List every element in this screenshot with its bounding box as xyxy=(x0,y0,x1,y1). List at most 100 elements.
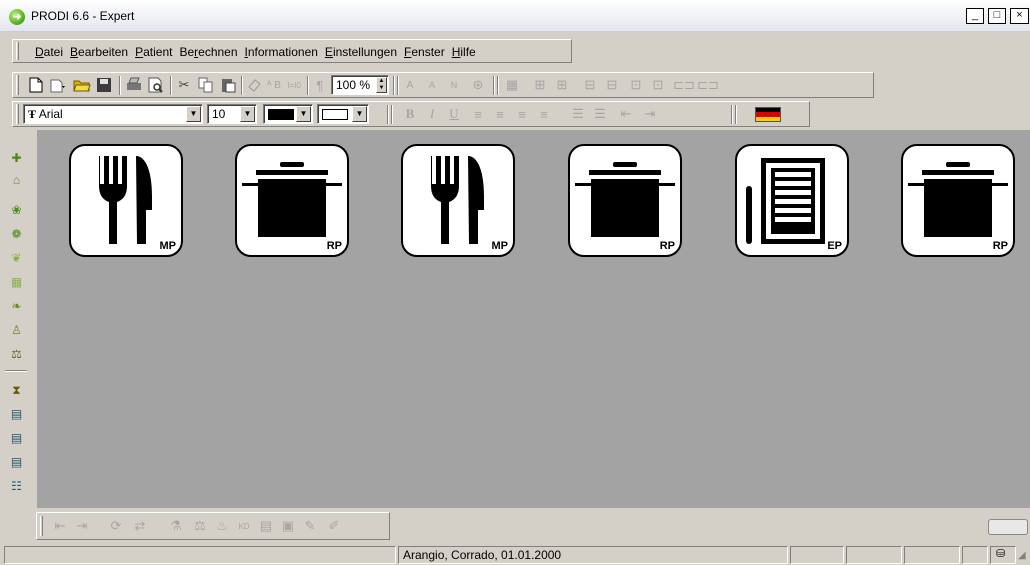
pencil-icon[interactable]: ✐ xyxy=(325,517,343,535)
add-meal-icon[interactable]: ✚ xyxy=(8,150,25,167)
menu-item[interactable]: Informationen xyxy=(245,44,318,60)
indent-decrease-icon[interactable]: ⇤ xyxy=(617,105,635,123)
field-icon[interactable]: I=I0 xyxy=(285,76,303,94)
status-panel xyxy=(846,546,902,564)
paste-icon[interactable] xyxy=(219,76,237,94)
meal-tile-rp[interactable]: RP xyxy=(235,144,349,257)
delete-column-icon[interactable]: ⊡ xyxy=(649,76,667,94)
menu-item[interactable]: Hilfe xyxy=(452,44,476,60)
ingredient-icon[interactable]: ❀ xyxy=(8,202,25,219)
chevron-down-icon[interactable]: ▼ xyxy=(352,106,367,122)
align-center-icon[interactable]: ≡ xyxy=(491,105,509,123)
indent-increase-icon[interactable]: ⇥ xyxy=(641,105,659,123)
recipe-icon[interactable]: ⌂ xyxy=(8,172,25,189)
font-size-select[interactable]: 10 ▼ xyxy=(207,104,257,124)
filter-icon[interactable]: ⧗ xyxy=(8,382,25,399)
new-from-template-icon[interactable] xyxy=(49,76,67,94)
resize-grip-icon[interactable]: ◢ xyxy=(1018,550,1026,561)
zoom-field[interactable]: 100 % ▲ ▼ xyxy=(331,75,389,95)
bulleted-list-icon[interactable]: ☰ xyxy=(569,105,587,123)
chevron-down-icon[interactable]: ▼ xyxy=(186,106,201,122)
insert-column-icon[interactable]: ⊡ xyxy=(627,76,645,94)
bold-icon[interactable]: B xyxy=(401,105,419,123)
meal-tile-mp[interactable]: MP xyxy=(69,144,183,257)
table-icon[interactable]: ▦ xyxy=(503,76,521,94)
refresh-icon[interactable]: ⟳ xyxy=(107,517,125,535)
grid-icon[interactable]: ⊞ xyxy=(553,76,571,94)
meal-tile-ep[interactable]: EP xyxy=(735,144,849,257)
report-mp-icon[interactable]: ▤ xyxy=(8,430,25,447)
report-ep-icon[interactable]: ▤ xyxy=(8,454,25,471)
text-color-select[interactable]: ▼ xyxy=(263,104,313,124)
align-left-icon[interactable]: ≡ xyxy=(469,105,487,123)
merge-cells-icon[interactable]: ⊏⊐ xyxy=(673,76,695,94)
menu-item[interactable]: Datei xyxy=(35,44,63,60)
print-preview-icon[interactable] xyxy=(147,76,165,94)
chevron-down-icon[interactable]: ▼ xyxy=(296,106,311,122)
move-left-icon[interactable]: ⇤ xyxy=(51,517,69,535)
person-icon[interactable]: ♙ xyxy=(8,322,25,339)
pilcrow-icon[interactable]: ¶ xyxy=(311,76,329,94)
pointer-icon[interactable]: ⊛ xyxy=(469,76,487,94)
toolbar-grip[interactable] xyxy=(40,516,43,536)
toolbar-grip[interactable] xyxy=(16,75,19,95)
insert-row-icon[interactable]: ⊟ xyxy=(581,76,599,94)
vegetable-icon[interactable]: ❦ xyxy=(8,250,25,267)
drop-icon[interactable]: ♨ xyxy=(213,517,231,535)
zoom-spinner[interactable]: ▲ ▼ xyxy=(376,77,387,93)
horizontal-scrollbar[interactable] xyxy=(988,519,1028,535)
move-right-icon[interactable]: ⇥ xyxy=(73,517,91,535)
menu-item[interactable]: Patient xyxy=(135,44,172,60)
table-icon[interactable]: ▦ xyxy=(8,274,25,291)
cut-icon[interactable]: ✂ xyxy=(175,76,193,94)
menu-item[interactable]: Bearbeiten xyxy=(70,44,128,60)
document-icon[interactable]: ▤ xyxy=(257,517,275,535)
chevron-down-icon[interactable]: ▼ xyxy=(240,106,255,122)
minimize-button[interactable]: _ xyxy=(966,8,984,24)
split-cells-icon[interactable]: ⊏⊐ xyxy=(697,76,719,94)
portion-icon[interactable]: ⚖ xyxy=(191,517,209,535)
kd-icon[interactable]: KD xyxy=(235,517,253,535)
meal-tile-mp[interactable]: MP xyxy=(401,144,515,257)
app-icon[interactable]: ➜ xyxy=(9,9,25,25)
font-name-select[interactable]: Ŧ Arial ▼ xyxy=(23,104,203,124)
close-button[interactable]: × xyxy=(1010,8,1029,24)
maximize-button[interactable]: □ xyxy=(988,8,1006,24)
meal-tile-rp[interactable]: RP xyxy=(901,144,1015,257)
toolbar-grip[interactable] xyxy=(16,104,19,124)
report-rp-icon[interactable]: ▤ xyxy=(8,406,25,423)
list-view-icon[interactable]: ☷ xyxy=(8,478,25,495)
case-icon[interactable]: N xyxy=(445,76,463,94)
flask-icon[interactable]: ⚗ xyxy=(167,517,185,535)
font-grow-icon[interactable]: A xyxy=(401,76,419,94)
copy-icon[interactable] xyxy=(197,76,215,94)
font-shrink-icon[interactable]: A xyxy=(423,76,441,94)
edit-icon[interactable]: ✎ xyxy=(301,517,319,535)
food-icon[interactable]: ❁ xyxy=(8,226,25,243)
eraser-icon[interactable] xyxy=(245,76,263,94)
menu-item[interactable]: Einstellungen xyxy=(325,44,397,60)
save-icon[interactable] xyxy=(95,76,113,94)
align-right-icon[interactable]: ≡ xyxy=(535,105,553,123)
align-justify-icon[interactable]: ≡ xyxy=(513,105,531,123)
exchange-icon[interactable]: ⇄ xyxy=(131,517,149,535)
scale-icon[interactable]: ⚖ xyxy=(8,346,25,363)
subscript-icon[interactable]: ᴬ B xyxy=(265,76,283,94)
nutrient-icon[interactable]: ❧ xyxy=(8,298,25,315)
menu-item[interactable]: Fenster xyxy=(404,44,445,60)
print-icon[interactable] xyxy=(125,76,143,94)
toolbar-separator xyxy=(170,76,172,95)
menu-item[interactable]: Berechnen xyxy=(179,44,237,60)
menu-grip[interactable] xyxy=(16,42,19,60)
open-folder-icon[interactable] xyxy=(73,76,91,94)
background-color-select[interactable]: ▼ xyxy=(317,104,369,124)
italic-icon[interactable]: I xyxy=(423,105,441,123)
delete-row-icon[interactable]: ⊟ xyxy=(603,76,621,94)
numbered-list-icon[interactable]: ☰ xyxy=(591,105,609,123)
meal-tile-rp[interactable]: RP xyxy=(568,144,682,257)
insert-table-icon[interactable]: ⊞ xyxy=(531,76,549,94)
underline-icon[interactable]: U xyxy=(445,105,463,123)
german-flag-icon[interactable] xyxy=(755,107,781,122)
new-file-icon[interactable] xyxy=(27,76,45,94)
note-icon[interactable]: ▣ xyxy=(279,517,297,535)
